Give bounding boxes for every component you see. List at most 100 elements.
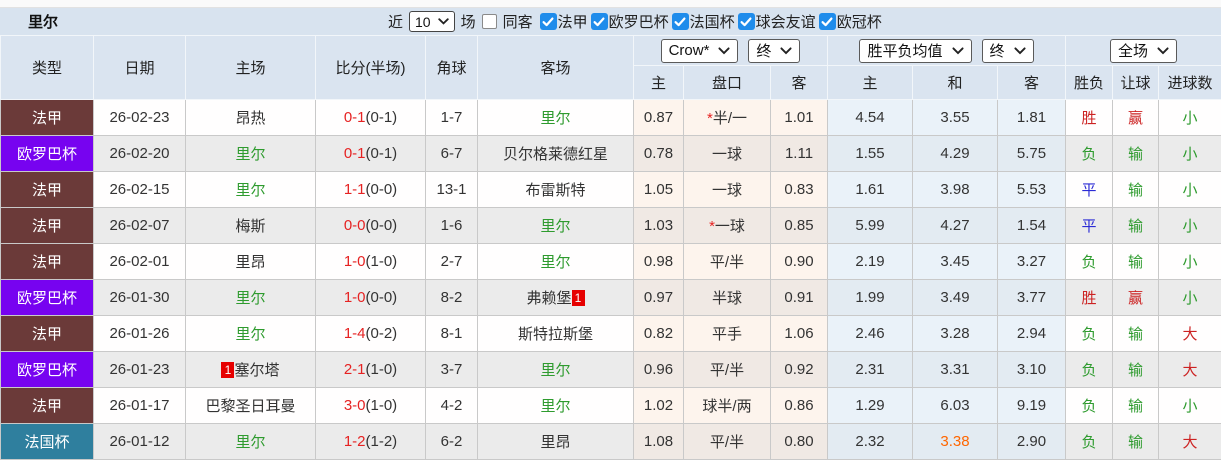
bookmaker-control-group: Crow* 终	[634, 36, 828, 66]
avg-home-cell: 1.29	[828, 388, 913, 424]
home-team-cell: 里尔	[186, 316, 316, 352]
handicap-result-cell: 输	[1113, 244, 1159, 280]
star-mark: *	[709, 218, 715, 235]
result-cell: 负	[1066, 352, 1113, 388]
home-odds-cell: 1.08	[634, 424, 684, 460]
home-team-name[interactable]: 里尔	[235, 290, 265, 307]
league-type-cell: 法甲	[1, 100, 94, 136]
match-filters: 近 10 场 同客 法甲欧罗巴杯法国杯球会友谊欧冠杯	[388, 8, 882, 35]
away-team-name[interactable]: 里尔	[540, 398, 570, 415]
half-time-score: (0-0)	[366, 217, 398, 234]
corner-cell: 6-7	[426, 136, 478, 172]
home-odds-cell: 0.87	[634, 100, 684, 136]
result-cell: 负	[1066, 136, 1113, 172]
full-time-score: 1-2	[344, 433, 366, 450]
avg-draw-cell: 3.31	[913, 352, 998, 388]
home-team-name[interactable]: 里尔	[235, 434, 265, 451]
score-cell: 3-0(1-0)	[316, 388, 426, 424]
away-team-name[interactable]: 斯特拉斯堡	[518, 326, 593, 343]
league-filter-label: 法国杯	[690, 11, 735, 32]
half-time-score: (1-0)	[366, 397, 398, 414]
bookmaker-select[interactable]: Crow*	[661, 39, 739, 63]
handicap-result-cell: 输	[1113, 388, 1159, 424]
home-team-name[interactable]: 巴黎圣日耳曼	[205, 398, 295, 415]
goals-cell: 小	[1159, 388, 1221, 424]
home-team-name[interactable]: 昂热	[235, 110, 265, 127]
league-filter: 欧罗巴杯	[591, 11, 669, 32]
score-cell: 2-1(1-0)	[316, 352, 426, 388]
home-team-name[interactable]: 塞尔塔	[234, 362, 279, 379]
bookmaker-time-select[interactable]: 终	[748, 39, 800, 63]
check-icon	[542, 17, 554, 27]
average-time-select[interactable]: 终	[982, 39, 1034, 63]
half-time-score: (1-0)	[366, 361, 398, 378]
scope-select[interactable]: 全场	[1110, 39, 1177, 63]
league-type-cell: 法国杯	[1, 424, 94, 460]
corner-cell: 1-7	[426, 100, 478, 136]
same-away-checkbox[interactable]	[482, 14, 497, 29]
away-team-name[interactable]: 里尔	[540, 362, 570, 379]
avg-away-cell: 9.19	[998, 388, 1066, 424]
away-team-cell: 里尔	[478, 244, 634, 280]
average-time-value: 终	[990, 40, 1005, 61]
result-cell: 负	[1066, 316, 1113, 352]
home-team-cell: 里昂	[186, 244, 316, 280]
result-cell: 负	[1066, 388, 1113, 424]
match-row: 法国杯26-01-12里尔1-2(1-2)6-2里昂1.08平/半0.802.3…	[1, 424, 1221, 460]
league-filter-checkbox[interactable]	[540, 13, 557, 30]
match-date-cell: 26-01-12	[94, 424, 186, 460]
half-time-score: (0-0)	[366, 289, 398, 306]
league-filter-checkbox[interactable]	[819, 13, 836, 30]
league-filter-group: 法甲欧罗巴杯法国杯球会友谊欧冠杯	[537, 11, 882, 32]
avg-home-cell: 4.54	[828, 100, 913, 136]
handicap-cell: 平手	[684, 316, 771, 352]
avg-home-cell: 2.32	[828, 424, 913, 460]
avg-draw-cell: 3.28	[913, 316, 998, 352]
match-row: 欧罗巴杯26-02-20里尔0-1(0-1)6-7贝尔格莱德红星0.78一球1.…	[1, 136, 1221, 172]
away-odds-cell: 0.91	[771, 280, 828, 316]
avg-home-cell: 1.55	[828, 136, 913, 172]
away-team-name[interactable]: 里尔	[540, 218, 570, 235]
league-filter-checkbox[interactable]	[738, 13, 755, 30]
away-team-name[interactable]: 里昂	[540, 434, 570, 451]
handicap-cell: 平/半	[684, 352, 771, 388]
col-header-handicap: 盘口	[684, 66, 771, 100]
league-filter-checkbox[interactable]	[672, 13, 689, 30]
goals-cell: 大	[1159, 316, 1221, 352]
avg-draw-cell: 3.45	[913, 244, 998, 280]
average-select[interactable]: 胜平负均值	[859, 39, 971, 63]
home-team-name[interactable]: 里尔	[235, 146, 265, 163]
avg-away-cell: 2.94	[998, 316, 1066, 352]
suspension-badge[interactable]: 1	[221, 362, 234, 378]
league-filter-checkbox[interactable]	[591, 13, 608, 30]
odds-history-panel: 里尔 近 10 场 同客 法甲欧罗巴杯法国杯球会友谊欧冠杯 类型 日期 主场	[0, 0, 1221, 460]
avg-away-cell: 1.54	[998, 208, 1066, 244]
avg-draw-cell: 4.29	[913, 136, 998, 172]
away-odds-cell: 1.01	[771, 100, 828, 136]
away-team-name[interactable]: 布雷斯特	[525, 182, 585, 199]
corner-cell: 3-7	[426, 352, 478, 388]
avg-away-cell: 3.77	[998, 280, 1066, 316]
match-count-value: 10	[415, 14, 431, 30]
home-team-name[interactable]: 里昂	[235, 254, 265, 271]
away-team-name[interactable]: 弗赖堡	[526, 290, 571, 307]
match-count-select[interactable]: 10	[409, 11, 455, 32]
away-team-name[interactable]: 贝尔格莱德红星	[503, 146, 608, 163]
away-team-cell: 里尔	[478, 100, 634, 136]
handicap-result-cell: 输	[1113, 352, 1159, 388]
suspension-badge[interactable]: 1	[572, 290, 585, 306]
corner-cell: 4-2	[426, 388, 478, 424]
col-header-goals: 进球数	[1159, 66, 1221, 100]
away-team-name[interactable]: 里尔	[540, 254, 570, 271]
home-team-name[interactable]: 梅斯	[235, 218, 265, 235]
home-team-name[interactable]: 里尔	[235, 326, 265, 343]
goals-cell: 小	[1159, 280, 1221, 316]
away-team-name[interactable]: 里尔	[540, 110, 570, 127]
check-icon	[740, 17, 752, 27]
score-cell: 0-1(0-1)	[316, 136, 426, 172]
match-row: 法甲26-02-01里昂1-0(1-0)2-7里尔0.98平/半0.902.19…	[1, 244, 1221, 280]
count-suffix-label: 场	[461, 11, 476, 32]
away-odds-cell: 0.83	[771, 172, 828, 208]
home-team-name[interactable]: 里尔	[235, 182, 265, 199]
col-header-handicap-result: 让球	[1113, 66, 1159, 100]
